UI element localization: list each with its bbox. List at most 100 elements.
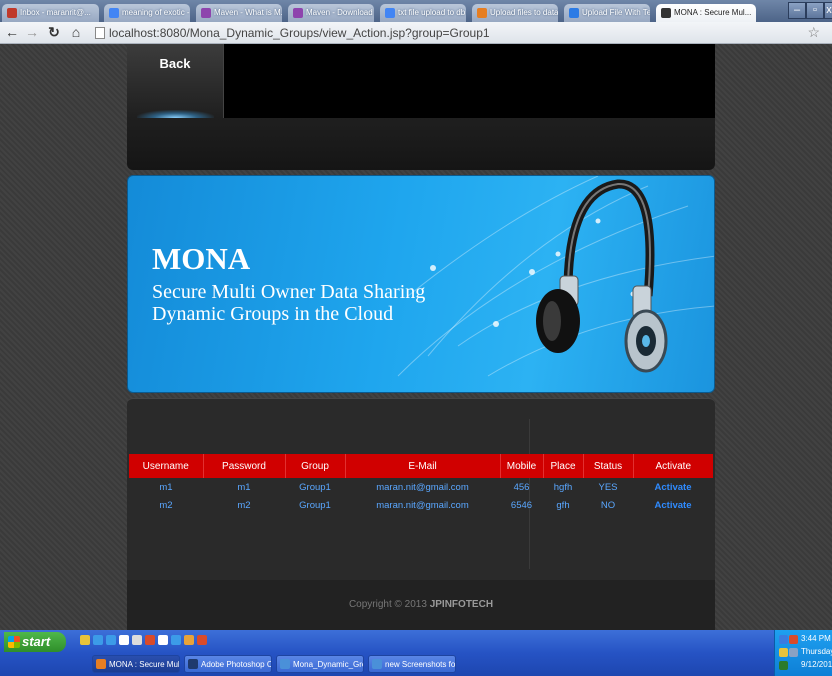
reload-icon[interactable]: ↻ (46, 24, 62, 40)
password-cell: m2 (237, 499, 251, 511)
quicklaunch-icon[interactable] (106, 635, 116, 645)
browser-tab[interactable]: Maven - Download ... (288, 4, 374, 22)
activate-link[interactable]: Activate (633, 478, 713, 496)
maven-icon (201, 8, 211, 18)
alert-icon[interactable] (789, 635, 798, 644)
tab-label: Maven - Download ... (306, 8, 374, 17)
taskbar-item[interactable]: MONA : Secure Multi... (92, 655, 180, 673)
taskbar-item-label: MONA : Secure Multi... (109, 660, 180, 669)
browser-tab-bar: Inbox - maranrit@... meaning of exotic -… (0, 0, 832, 22)
taskbar-item-label: new Screenshots for ... (385, 660, 456, 669)
content-panel: Username Password Group E-Mail Mobile Pl… (127, 398, 715, 580)
quicklaunch-icon[interactable] (158, 635, 168, 645)
column-header: Status (583, 454, 634, 478)
back-arrow-icon[interactable]: ← (4, 24, 20, 40)
tab-label: Upload files to datal... (490, 8, 558, 17)
quicklaunch-icon[interactable] (80, 635, 90, 645)
email-cell: maran.nit@gmail.com (376, 481, 469, 493)
quicklaunch-icon[interactable] (145, 635, 155, 645)
members-table: Username Password Group E-Mail Mobile Pl… (129, 454, 713, 514)
address-bar[interactable]: localhost:8080/Mona_Dynamic_Groups/view_… (95, 25, 800, 41)
table-row: m2 m2 Group1 maran.nit@gmail.com 6546 gf… (129, 496, 713, 514)
header-strip (127, 118, 715, 170)
column-header: Mobile (500, 454, 544, 478)
system-tray: 3:44 PM Thursday 9/12/2013 (774, 630, 832, 676)
forward-arrow-icon[interactable]: → (24, 24, 40, 40)
browser-nav-bar: ← → ↻ ⌂ localhost:8080/Mona_Dynamic_Grou… (0, 22, 832, 44)
volume-icon[interactable] (779, 648, 788, 657)
quicklaunch-icon[interactable] (184, 635, 194, 645)
photoshop-icon (188, 659, 198, 669)
maven-icon (293, 8, 303, 18)
back-button-label: Back (159, 56, 191, 71)
activate-link[interactable]: Activate (633, 496, 713, 514)
footer-brand: JPINFOTECH (429, 599, 494, 610)
copyright-text: Copyright © 2013 (348, 599, 430, 610)
taskbar-item[interactable]: Mona_Dynamic_Grou... (276, 655, 364, 673)
maximize-button[interactable]: ▫ (806, 2, 824, 19)
browser-tab[interactable]: Upload files to datal... (472, 4, 558, 22)
username-cell: m2 (159, 499, 173, 511)
column-header: Password (203, 454, 286, 478)
start-button[interactable]: start (4, 632, 66, 652)
column-header: Place (543, 454, 584, 478)
quicklaunch-icon[interactable] (119, 635, 129, 645)
taskbar-item[interactable]: new Screenshots for ... (368, 655, 456, 673)
document-icon (372, 659, 382, 669)
site-icon (569, 8, 579, 18)
site-header: Back (127, 44, 715, 118)
back-button[interactable]: Back (127, 44, 224, 118)
tab-label: Maven - What is M... (214, 8, 282, 17)
clock-date: 9/12/2013 (801, 660, 832, 669)
google-icon (385, 8, 395, 18)
group-cell: Group1 (299, 499, 331, 511)
browser-tab[interactable]: Inbox - maranrit@... (2, 4, 99, 22)
browser-tab[interactable]: txt file upload to db ... (380, 4, 466, 22)
site-subtitle: Secure Multi Owner Data Sharing Dynamic … (152, 281, 426, 325)
minimize-button[interactable]: – (788, 2, 806, 19)
tab-label: meaning of exotic - ... (122, 8, 190, 17)
hero-banner: MONA Secure Multi Owner Data Sharing Dyn… (127, 175, 715, 393)
email-cell: maran.nit@gmail.com (376, 499, 469, 511)
column-header: Username (129, 454, 204, 478)
browser-tab-active[interactable]: MONA : Secure Mul... (656, 4, 756, 22)
username-cell: m1 (159, 481, 173, 493)
quicklaunch-icon[interactable] (93, 635, 103, 645)
tray-icon[interactable] (789, 648, 798, 657)
column-header: E-Mail (345, 454, 501, 478)
stackoverflow-icon (477, 8, 487, 18)
tab-label: txt file upload to db ... (398, 8, 466, 17)
table-row: m1 m1 Group1 maran.nit@gmail.com 456 hgf… (129, 478, 713, 496)
column-header: Group (285, 454, 346, 478)
network-icon[interactable] (779, 635, 788, 644)
clock-day: Thursday (801, 647, 832, 656)
home-icon[interactable]: ⌂ (68, 24, 84, 40)
browser-tab[interactable]: meaning of exotic - ... (104, 4, 190, 22)
mobile-cell: 6546 (510, 499, 533, 511)
close-button[interactable]: x (824, 2, 832, 19)
taskbar-item-label: Adobe Photoshop CS6 (201, 660, 271, 669)
folder-icon (280, 659, 290, 669)
gmail-icon (7, 8, 17, 18)
tab-label: Upload File With Te... (582, 8, 650, 17)
quicklaunch-icon[interactable] (132, 635, 142, 645)
site-footer: Copyright © 2013 JPINFOTECH (127, 580, 715, 630)
bookmark-star-icon[interactable]: ☆ (807, 24, 820, 41)
quicklaunch-icon[interactable] (197, 635, 207, 645)
windows-logo-icon (8, 636, 20, 648)
tab-label: MONA : Secure Mul... (674, 8, 752, 17)
address-text: localhost:8080/Mona_Dynamic_Groups/view_… (109, 26, 490, 40)
table-header-row: Username Password Group E-Mail Mobile Pl… (129, 454, 713, 478)
browser-tab[interactable]: Upload File With Te... (564, 4, 650, 22)
clock-time[interactable]: 3:44 PM (801, 634, 831, 643)
status-cell: NO (600, 499, 616, 511)
taskbar-item-label: Mona_Dynamic_Grou... (293, 660, 363, 669)
taskbar-item[interactable]: Adobe Photoshop CS6 (184, 655, 272, 673)
status-cell: YES (598, 481, 618, 493)
tray-icon[interactable] (779, 661, 788, 670)
quicklaunch-icon[interactable] (171, 635, 181, 645)
browser-tab[interactable]: Maven - What is M... (196, 4, 282, 22)
tab-label: Inbox - maranrit@... (20, 8, 91, 17)
site-title: MONA (152, 241, 251, 276)
windows-taskbar: start MONA : Secure Multi... Adobe Photo… (0, 630, 832, 676)
